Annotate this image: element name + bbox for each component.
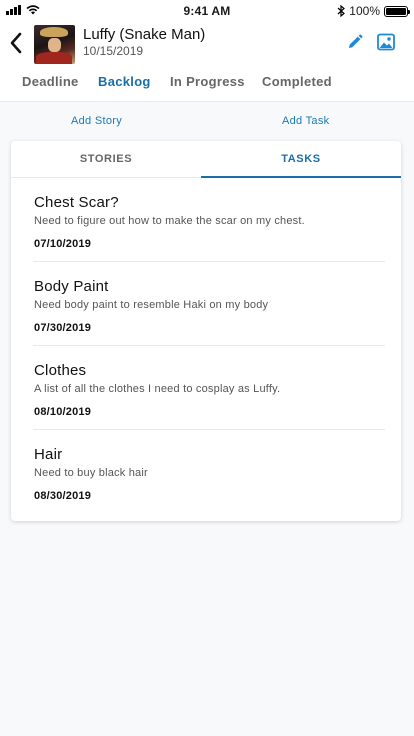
status-bar: 9:41 AM 100% — [0, 0, 414, 22]
task-date: 07/10/2019 — [34, 238, 92, 250]
add-story-button[interactable]: Add Story — [71, 115, 122, 127]
task-title: Body Paint — [34, 278, 109, 295]
tab-deadline[interactable]: Deadline — [22, 74, 79, 89]
task-date: 08/10/2019 — [34, 406, 92, 418]
status-tabs: Deadline Backlog In Progress Completed — [0, 66, 414, 102]
task-description: Need to figure out how to make the scar … — [34, 215, 305, 227]
tab-completed[interactable]: Completed — [262, 74, 332, 89]
inner-tabs: STORIES TASKS — [11, 141, 401, 178]
stories-tasks-card: STORIES TASKS Chest Scar? Need to figure… — [11, 141, 401, 521]
tab-stories[interactable]: STORIES — [11, 141, 201, 178]
task-description: Need to buy black hair — [34, 467, 148, 479]
task-description: A list of all the clothes I need to cosp… — [34, 383, 281, 395]
page-title: Luffy (Snake Man) — [83, 26, 206, 43]
page-date: 10/15/2019 — [83, 44, 144, 58]
back-arrow-icon[interactable] — [6, 30, 28, 56]
status-right: 100% — [337, 4, 410, 18]
project-avatar — [34, 25, 75, 64]
tab-tasks[interactable]: TASKS — [201, 141, 401, 178]
edit-pencil-icon[interactable] — [347, 34, 363, 50]
list-item[interactable]: Chest Scar? Need to figure out how to ma… — [33, 178, 385, 262]
task-date: 07/30/2019 — [34, 322, 92, 334]
task-description: Need body paint to resemble Haki on my b… — [34, 299, 269, 311]
battery-percent: 100% — [349, 4, 380, 18]
task-title: Hair — [34, 446, 63, 463]
bluetooth-icon — [337, 5, 346, 17]
battery-icon — [384, 5, 410, 17]
task-list: Chest Scar? Need to figure out how to ma… — [11, 178, 401, 514]
task-date: 08/30/2019 — [34, 490, 92, 502]
tab-backlog[interactable]: Backlog — [98, 74, 151, 89]
app-header: Luffy (Snake Man) 10/15/2019 — [0, 22, 414, 66]
tab-in-progress[interactable]: In Progress — [170, 74, 245, 89]
list-item[interactable]: Hair Need to buy black hair 08/30/2019 — [33, 430, 385, 514]
list-item[interactable]: Body Paint Need body paint to resemble H… — [33, 262, 385, 346]
image-icon[interactable] — [377, 33, 395, 51]
list-item[interactable]: Clothes A list of all the clothes I need… — [33, 346, 385, 430]
title-block: Luffy (Snake Man) 10/15/2019 — [83, 26, 205, 58]
add-task-button[interactable]: Add Task — [282, 115, 329, 127]
task-title: Chest Scar? — [34, 194, 119, 211]
task-title: Clothes — [34, 362, 87, 379]
